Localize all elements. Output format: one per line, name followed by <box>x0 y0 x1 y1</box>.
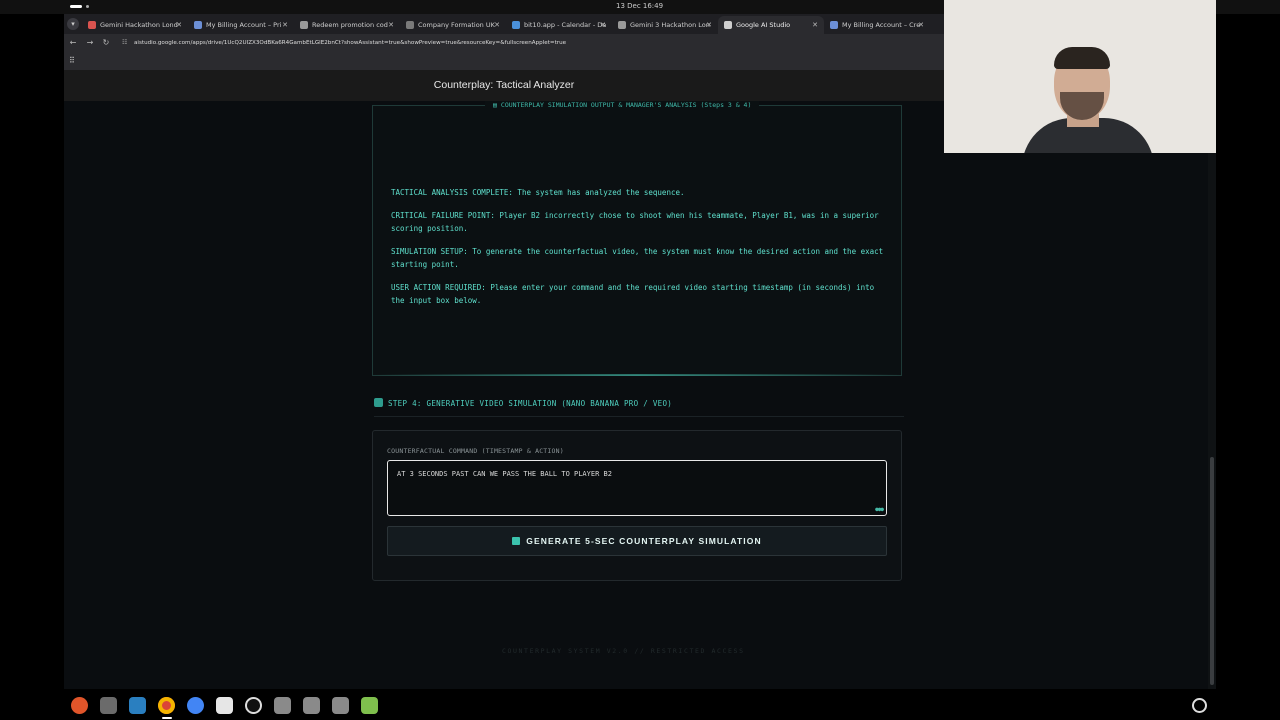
tab-label: bit10.app - Calendar - Da <box>524 21 607 29</box>
calendar-favicon-icon <box>512 21 520 29</box>
files-icon[interactable] <box>100 697 117 714</box>
notes-icon[interactable] <box>216 697 233 714</box>
tab-label: Gemini Hackathon Lond <box>100 21 178 29</box>
tab-label: My Billing Account – Pri <box>206 21 282 29</box>
tab-label: Gemini 3 Hackathon Lon <box>630 21 710 29</box>
generate-button-label: GENERATE 5-SEC COUNTERPLAY SIMULATION <box>526 536 762 546</box>
panel-glow-line <box>373 374 901 376</box>
browser-tab[interactable]: My Billing Account – Pri ✕ <box>188 16 294 34</box>
panel-legend: ▤ COUNTERPLAY SIMULATION OUTPUT & MANAGER… <box>485 101 760 109</box>
browser-tab[interactable]: Redeem promotion cod ✕ <box>294 16 400 34</box>
tab-label: Google AI Studio <box>736 21 791 29</box>
ai-studio-favicon-icon <box>724 21 732 29</box>
resize-handle-icon[interactable]: ●●● <box>875 506 884 513</box>
google-favicon-icon <box>300 21 308 29</box>
browser-tab[interactable]: bit10.app - Calendar - Da ✕ <box>506 16 612 34</box>
text-editor-icon[interactable] <box>129 697 146 714</box>
analysis-paragraph: SIMULATION SETUP: To generate the counte… <box>391 247 884 269</box>
browser-tab[interactable]: Gemini 3 Hackathon Lon ✕ <box>612 16 718 34</box>
google-favicon-icon <box>830 21 838 29</box>
webcam-overlay <box>944 0 1216 153</box>
active-app-indicator <box>162 717 172 719</box>
terminal-icon: ▤ <box>493 101 497 109</box>
close-icon[interactable]: ✕ <box>388 16 394 34</box>
analysis-output-panel: ▤ COUNTERPLAY SIMULATION OUTPUT & MANAGER… <box>372 101 902 376</box>
back-icon[interactable]: ← <box>67 37 79 49</box>
drive-icon[interactable] <box>303 697 320 714</box>
close-icon[interactable]: ✕ <box>706 16 712 34</box>
system-footer: COUNTERPLAY SYSTEM V2.0 // RESTRICTED AC… <box>502 647 745 655</box>
scrollbar-thumb[interactable] <box>1210 457 1214 685</box>
desktop: 13 Dec 16:49 ▾ Gemini Hackathon Lond ✕ M… <box>0 0 1280 720</box>
activities-indicator[interactable] <box>70 5 82 8</box>
gemini-favicon-icon <box>88 21 96 29</box>
webcam-person-hair <box>1054 47 1110 69</box>
address-bar-row: ← → ↻ ☷ aistudio.google.com/apps/drive/1… <box>64 34 944 52</box>
obs-icon[interactable] <box>245 697 262 714</box>
tab-strip: ▾ Gemini Hackathon Lond ✕ My Billing Acc… <box>64 14 944 34</box>
app-title: Counterplay: Tactical Analyzer <box>433 79 575 91</box>
command-card: COUNTERFACTUAL COMMAND (TIMESTAMP & ACTI… <box>372 430 902 581</box>
system-tray-icon[interactable] <box>1192 698 1207 713</box>
browser-tab-active[interactable]: Google AI Studio ✕ <box>718 16 824 34</box>
url-text: aistudio.google.com/apps/drive/1UcQ2UIZX… <box>134 40 567 46</box>
chrome-dev-icon[interactable] <box>187 697 204 714</box>
close-icon[interactable]: ✕ <box>282 16 288 34</box>
firefox-icon[interactable] <box>71 697 88 714</box>
reload-icon[interactable]: ↻ <box>100 37 112 49</box>
panel-legend-text: COUNTERPLAY SIMULATION OUTPUT & MANAGER'… <box>500 101 752 109</box>
command-label: COUNTERFACTUAL COMMAND (TIMESTAMP & ACTI… <box>387 447 564 455</box>
browser-tab[interactable]: Company Formation UK ✕ <box>400 16 506 34</box>
tab-label: Redeem promotion cod <box>312 21 388 29</box>
site-info-icon[interactable]: ☷ <box>122 37 127 49</box>
drive-icon[interactable] <box>274 697 291 714</box>
command-text: AT 3 SECONDS PAST CAN WE PASS THE BALL T… <box>397 470 612 478</box>
site-favicon-icon <box>406 21 414 29</box>
workspace-dot <box>86 5 89 8</box>
tab-label: My Billing Account – Cre <box>842 21 921 29</box>
forward-icon[interactable]: → <box>84 37 96 49</box>
trash-icon[interactable] <box>361 697 378 714</box>
tab-search-icon[interactable]: ▾ <box>67 18 79 30</box>
dock <box>0 689 1280 720</box>
generate-simulation-button[interactable]: GENERATE 5-SEC COUNTERPLAY SIMULATION <box>387 526 887 556</box>
section-divider <box>374 416 904 417</box>
analysis-paragraph: TACTICAL ANALYSIS COMPLETE: The system h… <box>391 188 685 197</box>
url-field[interactable]: ☷ aistudio.google.com/apps/drive/1UcQ2UI… <box>120 37 920 49</box>
google-favicon-icon <box>194 21 202 29</box>
step4-section-header: STEP 4: GENERATIVE VIDEO SIMULATION (NAN… <box>374 398 904 416</box>
browser-tab[interactable]: Gemini Hackathon Lond ✕ <box>82 16 188 34</box>
apps-grid-icon[interactable]: ⠿ <box>69 56 75 65</box>
step4-title: STEP 4: GENERATIVE VIDEO SIMULATION (NAN… <box>388 399 673 408</box>
close-icon[interactable]: ✕ <box>812 16 818 34</box>
close-icon[interactable]: ✕ <box>918 16 924 34</box>
close-icon[interactable]: ✕ <box>176 16 182 34</box>
gemini-favicon-icon <box>618 21 626 29</box>
analysis-paragraph: USER ACTION REQUIRED: Please enter your … <box>391 283 875 305</box>
browser-window: ▾ Gemini Hackathon Lond ✕ My Billing Acc… <box>64 14 944 71</box>
chrome-icon[interactable] <box>158 697 175 714</box>
film-icon <box>374 398 383 407</box>
drive-icon[interactable] <box>332 697 349 714</box>
clapperboard-icon <box>512 537 521 545</box>
clock[interactable]: 13 Dec 16:49 <box>616 2 663 10</box>
tab-label: Company Formation UK <box>418 21 495 29</box>
analysis-paragraph: CRITICAL FAILURE POINT: Player B2 incorr… <box>391 211 879 233</box>
bookmarks-bar: ⠿ <box>64 52 944 71</box>
browser-tab[interactable]: My Billing Account – Cre ✕ <box>824 16 930 34</box>
app-content: ▤ COUNTERPLAY SIMULATION OUTPUT & MANAGER… <box>64 101 1212 689</box>
command-textarea[interactable]: AT 3 SECONDS PAST CAN WE PASS THE BALL T… <box>387 460 887 516</box>
close-icon[interactable]: ✕ <box>600 16 606 34</box>
app-title-bar: Counterplay: Tactical Analyzer <box>64 71 944 101</box>
close-icon[interactable]: ✕ <box>494 16 500 34</box>
page-scrollbar[interactable] <box>1208 152 1216 689</box>
